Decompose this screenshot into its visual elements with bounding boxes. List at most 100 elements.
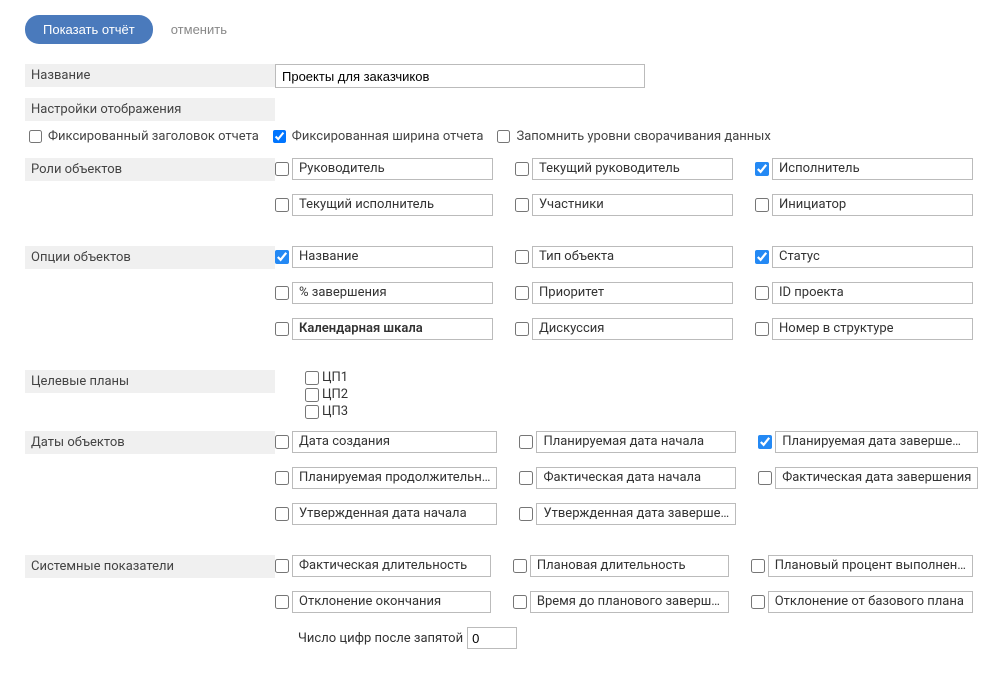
plan-option[interactable]: ЦП3 (305, 404, 973, 419)
metric-checkbox[interactable] (513, 595, 527, 609)
metric-option[interactable]: Отклонение от базового плана (751, 591, 973, 613)
remember-levels-option[interactable]: Запомнить уровни сворачивания данных (493, 127, 770, 146)
option-checkbox[interactable] (515, 250, 529, 264)
metric-option[interactable]: Плановый процент выполнен… (751, 555, 973, 577)
date-checkbox[interactable] (758, 435, 772, 449)
date-option[interactable]: Планируемая дата начала (519, 431, 736, 453)
metric-label-box[interactable]: Отклонение окончания (292, 591, 491, 613)
date-checkbox[interactable] (519, 435, 533, 449)
date-option[interactable]: Планируемая дата заверше… (758, 431, 978, 453)
plan-checkbox[interactable] (305, 388, 319, 402)
option-option[interactable]: ID проекта (755, 282, 973, 304)
date-checkbox[interactable] (519, 471, 533, 485)
role-option[interactable]: Исполнитель (755, 158, 973, 180)
role-label-box[interactable]: Исполнитель (772, 158, 973, 180)
role-checkbox[interactable] (515, 198, 529, 212)
metric-checkbox[interactable] (513, 559, 527, 573)
plan-option[interactable]: ЦП2 (305, 387, 973, 402)
option-option[interactable]: Номер в структуре (755, 318, 973, 340)
option-checkbox[interactable] (515, 322, 529, 336)
role-option[interactable]: Инициатор (755, 194, 973, 216)
role-checkbox[interactable] (755, 162, 769, 176)
metric-option[interactable]: Фактическая длительность (275, 555, 491, 577)
metric-checkbox[interactable] (275, 595, 289, 609)
role-option[interactable]: Текущий руководитель (515, 158, 733, 180)
show-report-button[interactable]: Показать отчёт (25, 15, 153, 44)
role-option[interactable]: Руководитель (275, 158, 493, 180)
date-label-box[interactable]: Утвержденная дата начала (292, 503, 497, 525)
option-label-box[interactable]: Номер в структуре (772, 318, 973, 340)
option-label-box[interactable]: Статус (772, 246, 973, 268)
cancel-button[interactable]: отменить (171, 22, 227, 37)
date-checkbox[interactable] (758, 471, 772, 485)
remember-levels-checkbox[interactable] (497, 130, 510, 143)
role-label-box[interactable]: Участники (532, 194, 733, 216)
option-checkbox[interactable] (275, 322, 289, 336)
option-label-box[interactable]: % завершения (292, 282, 493, 304)
option-option[interactable]: Календарная шкала (275, 318, 493, 340)
date-option[interactable]: Дата создания (275, 431, 497, 453)
option-option[interactable]: % завершения (275, 282, 493, 304)
plan-option[interactable]: ЦП1 (305, 370, 973, 385)
option-option[interactable]: Тип объекта (515, 246, 733, 268)
date-checkbox[interactable] (275, 435, 289, 449)
option-checkbox[interactable] (755, 250, 769, 264)
metric-option[interactable]: Отклонение окончания (275, 591, 491, 613)
date-label-box[interactable]: Планируемая дата заверше… (775, 431, 978, 453)
option-checkbox[interactable] (755, 286, 769, 300)
plan-checkbox[interactable] (305, 405, 319, 419)
role-label-box[interactable]: Руководитель (292, 158, 493, 180)
metric-label-box[interactable]: Плановая длительность (530, 555, 729, 577)
date-label-box[interactable]: Планируемая продолжительн… (292, 467, 497, 489)
date-option[interactable]: Фактическая дата завершения (758, 467, 978, 489)
plan-checkbox[interactable] (305, 371, 319, 385)
fixed-width-checkbox[interactable] (273, 130, 286, 143)
fixed-header-option[interactable]: Фиксированный заголовок отчета (25, 127, 259, 146)
metric-label-box[interactable]: Фактическая длительность (292, 555, 491, 577)
option-checkbox[interactable] (755, 322, 769, 336)
metric-label-box[interactable]: Время до планового заверш… (530, 591, 729, 613)
role-checkbox[interactable] (755, 198, 769, 212)
option-label-box[interactable]: ID проекта (772, 282, 973, 304)
role-option[interactable]: Текущий исполнитель (275, 194, 493, 216)
date-label-box[interactable]: Утвержденная дата заверше… (536, 503, 736, 525)
option-label-box[interactable]: Календарная шкала (292, 318, 493, 340)
metric-label-box[interactable]: Плановый процент выполнен… (768, 555, 973, 577)
date-label-box[interactable]: Дата создания (292, 431, 497, 453)
option-label-box[interactable]: Тип объекта (532, 246, 733, 268)
role-checkbox[interactable] (275, 198, 289, 212)
date-label-box[interactable]: Фактическая дата начала (536, 467, 736, 489)
date-option[interactable]: Фактическая дата начала (519, 467, 736, 489)
role-checkbox[interactable] (515, 162, 529, 176)
option-checkbox[interactable] (275, 286, 289, 300)
metric-checkbox[interactable] (751, 559, 765, 573)
metric-option[interactable]: Плановая длительность (513, 555, 729, 577)
option-option[interactable]: Приоритет (515, 282, 733, 304)
role-label-box[interactable]: Текущий руководитель (532, 158, 733, 180)
date-checkbox[interactable] (275, 471, 289, 485)
date-option[interactable]: Утвержденная дата начала (275, 503, 497, 525)
fixed-header-checkbox[interactable] (29, 130, 42, 143)
fixed-width-option[interactable]: Фиксированная ширина отчета (269, 127, 484, 146)
option-label-box[interactable]: Дискуссия (532, 318, 733, 340)
option-option[interactable]: Название (275, 246, 493, 268)
option-checkbox[interactable] (515, 286, 529, 300)
date-option[interactable]: Утвержденная дата заверше… (519, 503, 736, 525)
option-label-box[interactable]: Название (292, 246, 493, 268)
date-checkbox[interactable] (275, 507, 289, 521)
name-input[interactable] (275, 64, 645, 88)
role-checkbox[interactable] (275, 162, 289, 176)
metric-label-box[interactable]: Отклонение от базового плана (768, 591, 973, 613)
option-checkbox[interactable] (275, 250, 289, 264)
role-label-box[interactable]: Инициатор (772, 194, 973, 216)
metric-checkbox[interactable] (751, 595, 765, 609)
metric-checkbox[interactable] (275, 559, 289, 573)
option-option[interactable]: Статус (755, 246, 973, 268)
role-option[interactable]: Участники (515, 194, 733, 216)
metric-option[interactable]: Время до планового заверш… (513, 591, 729, 613)
date-option[interactable]: Планируемая продолжительн… (275, 467, 497, 489)
option-label-box[interactable]: Приоритет (532, 282, 733, 304)
option-option[interactable]: Дискуссия (515, 318, 733, 340)
date-label-box[interactable]: Фактическая дата завершения (775, 467, 978, 489)
date-label-box[interactable]: Планируемая дата начала (536, 431, 736, 453)
